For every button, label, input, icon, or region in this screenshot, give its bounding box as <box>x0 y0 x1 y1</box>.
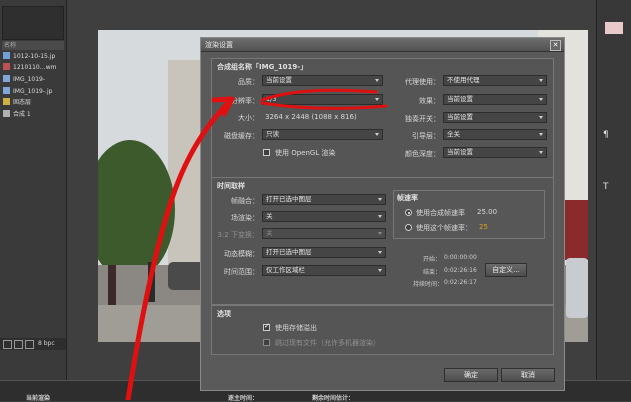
red-annotation-overlay <box>125 88 388 400</box>
